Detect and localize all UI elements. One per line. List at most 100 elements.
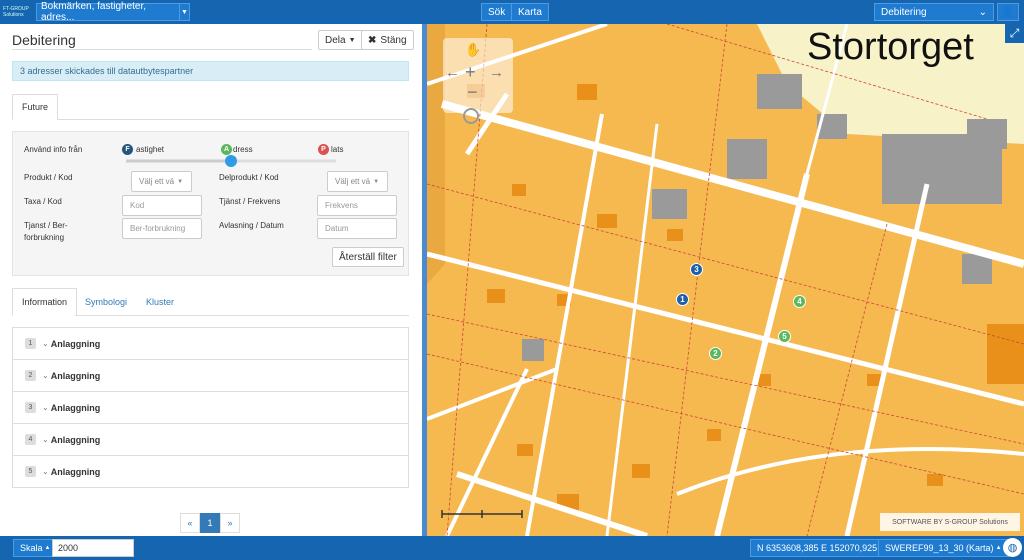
- chevron-down-icon: ⌄: [42, 371, 49, 380]
- skala-label: Skala: [20, 543, 43, 553]
- title-divider: [12, 49, 312, 50]
- sok-button[interactable]: Sök: [481, 3, 513, 21]
- caret-down-icon: ▼: [177, 178, 184, 185]
- delprodukt-select-value: Välj ett vä: [335, 177, 371, 186]
- datum-input[interactable]: Datum: [317, 218, 397, 239]
- accordion-item[interactable]: 1 ⌄ Anlaggning: [12, 327, 409, 360]
- map-marker[interactable]: 1: [676, 293, 689, 306]
- map-marker[interactable]: 4: [793, 295, 806, 308]
- delprodukt-kod-label: Delprodukt / Kod: [219, 173, 279, 182]
- chevron-down-icon: ⌄: [42, 339, 49, 348]
- map-marker-label: 5: [782, 332, 787, 341]
- brand-logo: FT-GROUP Solutions: [3, 6, 29, 18]
- accordion-label: Anlaggning: [50, 466, 101, 477]
- crs-label: SWEREF99_13_30 (Karta): [885, 543, 994, 553]
- tab-future[interactable]: Future: [12, 94, 59, 120]
- badge-fastighet: F: [122, 144, 133, 155]
- pagination-page[interactable]: 1: [200, 513, 220, 533]
- tjanst-ber-label-line2: forbrukning: [24, 233, 65, 242]
- stang-label: Stäng: [380, 34, 407, 46]
- tab-kluster[interactable]: Kluster: [137, 288, 183, 316]
- map-marker-label: 3: [694, 265, 699, 274]
- ber-forbrukning-input[interactable]: Ber-forbrukning: [122, 218, 202, 239]
- slider-label-adress: dress: [233, 145, 253, 154]
- accordion-number: 2: [25, 370, 36, 381]
- chevron-down-icon: ⌄: [42, 467, 49, 476]
- zoom-out-icon[interactable]: −: [467, 82, 478, 103]
- slider-label-fastighet: astighet: [136, 145, 165, 154]
- module-select-value: Debitering: [881, 6, 927, 18]
- attribution-badge: SOFTWARE BY S-GROUP Solutions: [880, 513, 1020, 531]
- badge-plats: P: [318, 144, 329, 155]
- caret-up-icon: ▲: [995, 545, 1002, 551]
- pan-left-icon[interactable]: ←: [445, 64, 460, 81]
- skala-dropdown[interactable]: Skala ▲: [13, 539, 58, 557]
- accordion-item[interactable]: 4 ⌄ Anlaggning: [12, 423, 409, 456]
- caret-down-icon: ▼: [373, 178, 380, 185]
- zoom-in-icon[interactable]: +: [465, 62, 476, 83]
- karta-button[interactable]: Karta: [511, 3, 549, 21]
- map-marker[interactable]: 5: [778, 330, 791, 343]
- chevron-down-icon: ⌄: [42, 435, 49, 444]
- anvand-info-label: Använd info från: [24, 145, 83, 154]
- produkt-kod-label: Produkt / Kod: [24, 173, 73, 182]
- produkt-select-value: Välj ett vä: [139, 177, 175, 186]
- tjanst-ber-label: Tjanst / Ber-forbrukning: [24, 220, 68, 244]
- slider-label-plats: lats: [331, 145, 344, 154]
- delprodukt-select[interactable]: Välj ett vä ▼: [327, 171, 388, 192]
- expand-icon[interactable]: ⤢: [1005, 24, 1024, 43]
- accordion-label: Anlaggning: [50, 402, 101, 413]
- zoom-reset-icon[interactable]: [463, 108, 479, 124]
- status-bar: Skala ▲ 2000 N 6353608,385 E 152070,925 S…: [0, 536, 1024, 560]
- close-icon: ✖: [368, 34, 377, 46]
- map-marker-label: 4: [797, 297, 802, 306]
- accordion-label: Anlaggning: [50, 434, 101, 445]
- accordion-item[interactable]: 2 ⌄ Anlaggning: [12, 359, 409, 392]
- reset-filter-button[interactable]: Återställ filter: [332, 247, 404, 267]
- tab-divider: [75, 315, 409, 316]
- map-marker[interactable]: 2: [709, 347, 722, 360]
- accordion-item[interactable]: 3 ⌄ Anlaggning: [12, 391, 409, 424]
- chevron-down-icon: ⌄: [42, 403, 49, 412]
- blocks: [427, 24, 1024, 536]
- accordion-item[interactable]: 5 ⌄ Anlaggning: [12, 455, 409, 488]
- tab-divider: [57, 119, 409, 120]
- bookmarks-dropdown-button[interactable]: ▼: [180, 3, 190, 21]
- dela-label: Dela: [325, 34, 346, 46]
- badge-adress: A: [221, 144, 232, 155]
- globe-icon[interactable]: ◍: [1003, 538, 1022, 557]
- skala-input[interactable]: 2000: [52, 539, 134, 557]
- page-title: Debitering: [12, 32, 76, 48]
- stang-button[interactable]: ✖ Stäng: [361, 30, 414, 50]
- dela-button[interactable]: Dela ▼: [318, 30, 363, 50]
- taxa-kod-input[interactable]: Kod: [122, 195, 202, 216]
- pagination-next[interactable]: »: [220, 513, 240, 533]
- frekvens-input[interactable]: Frekvens: [317, 195, 397, 216]
- tjanst-frekvens-label: Tjänst / Frekvens: [219, 197, 281, 206]
- crs-dropdown[interactable]: SWEREF99_13_30 (Karta) ▲: [878, 539, 1009, 557]
- accordion-number: 1: [25, 338, 36, 349]
- module-select[interactable]: Debitering ⌄: [874, 3, 994, 21]
- coordinates-readout: N 6353608,385 E 152070,925: [750, 539, 885, 557]
- user-button[interactable]: 👤: [997, 3, 1019, 21]
- accordion-number: 4: [25, 434, 36, 445]
- bookmarks-search-input[interactable]: Bokmärken, fastigheter, adres...: [36, 1, 180, 23]
- top-bar: FT-GROUP Solutions Bokmärken, fastighete…: [0, 0, 1024, 24]
- map-marker-label: 2: [713, 349, 718, 358]
- slider-handle: [225, 155, 237, 167]
- pan-icon[interactable]: ✋: [465, 42, 481, 58]
- produkt-select[interactable]: Välj ett vä ▼: [131, 171, 192, 192]
- caret-down-icon: ▼: [348, 36, 356, 44]
- map-marker[interactable]: 3: [690, 263, 703, 276]
- map-canvas[interactable]: Stortorget ✋ ← → + − ⤢ 1 3 2 4 5 SOFTWAR…: [427, 24, 1024, 536]
- taxa-kod-label: Taxa / Kod: [24, 197, 62, 206]
- accordion-label: Anlaggning: [50, 338, 101, 349]
- map-background: [427, 24, 1024, 536]
- tab-symbologi[interactable]: Symbologi: [76, 288, 136, 316]
- pagination-prev[interactable]: «: [180, 513, 200, 533]
- pan-right-icon[interactable]: →: [489, 64, 504, 81]
- map-place-label: Stortorget: [807, 26, 974, 68]
- accordion-label: Anlaggning: [50, 370, 101, 381]
- info-alert: 3 adresser skickades till datautbytespar…: [12, 61, 409, 81]
- tab-information[interactable]: Information: [12, 288, 78, 316]
